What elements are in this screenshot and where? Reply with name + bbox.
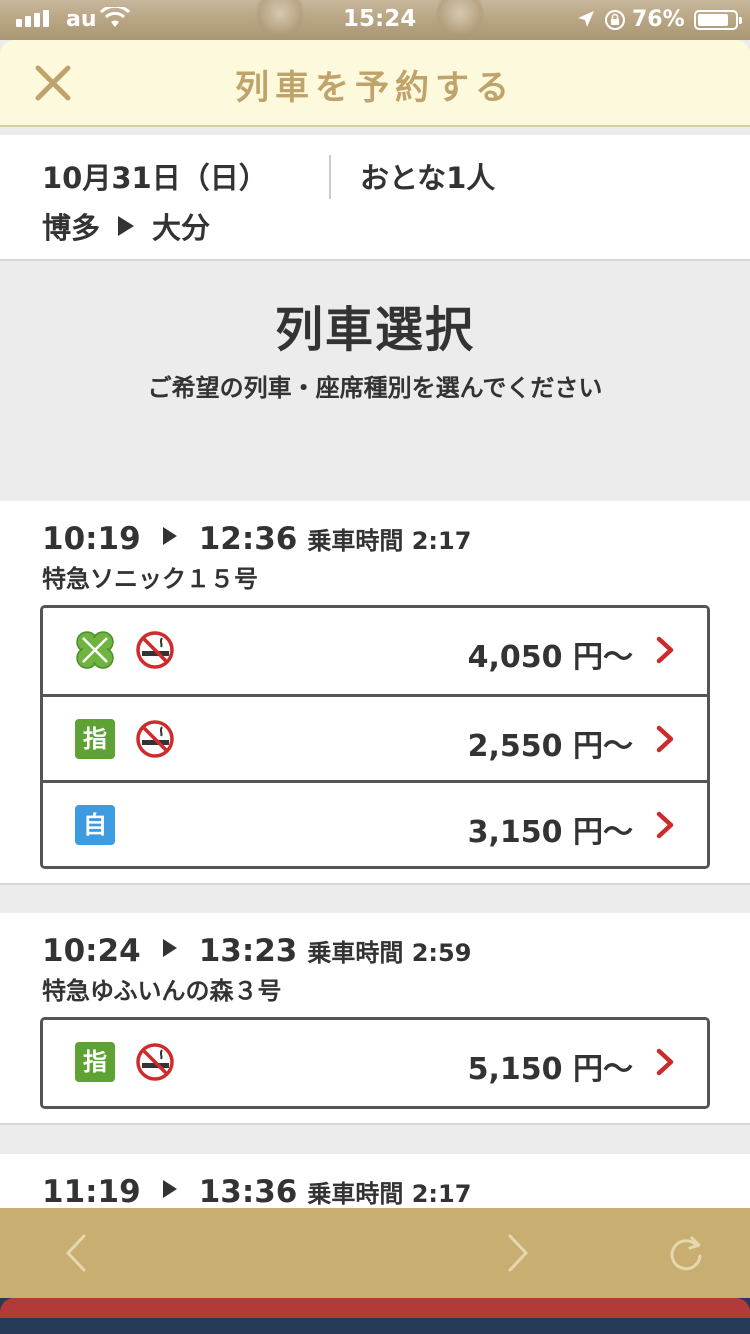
route: 博多 大分 (42, 205, 210, 247)
green-car-icon (76, 631, 114, 669)
ceiling-ornament (250, 0, 310, 34)
no-smoking-icon (136, 720, 174, 758)
reserved-seat-icon: 指 (75, 719, 115, 759)
reserved-seat-icon: 指 (75, 1042, 115, 1082)
home-indicator-area (0, 1298, 750, 1334)
play-arrow-icon (162, 1180, 177, 1198)
arrival-time: 12:36 (198, 521, 298, 557)
modal-header: 列車を予約する (0, 40, 750, 127)
chevron-right-icon (656, 636, 674, 664)
battery-percent: 76% (632, 7, 685, 32)
chevron-right-icon (656, 1048, 674, 1076)
play-arrow-icon (162, 527, 177, 545)
section-title: 列車選択 (274, 302, 475, 358)
chevron-right-icon (656, 725, 674, 753)
signal-icon (16, 10, 49, 27)
train-times: 10:19 12:36 乗車時間 2:17 (42, 521, 471, 557)
divider (329, 155, 331, 199)
arrival-time: 13:23 (198, 933, 298, 969)
destination-station: 大分 (152, 211, 211, 245)
status-time: 15:24 (343, 6, 417, 32)
play-arrow-icon (162, 939, 177, 957)
location-arrow-icon (578, 11, 594, 27)
trip-summary: 10月31日（日） おとな1人 博多 大分 (0, 135, 750, 261)
rotation-lock-icon (605, 10, 625, 30)
train-card: 11:19 13:36 乗車時間 2:17 (0, 1154, 750, 1214)
status-bar: au 15:24 76% (0, 0, 750, 40)
battery-icon (694, 10, 742, 30)
back-arrow-icon[interactable] (56, 1232, 96, 1274)
browser-toolbar (0, 1208, 750, 1298)
section-subtitle: ご希望の列車・座席種別を選んでください (147, 374, 603, 402)
seat-option-reserved[interactable]: 指 5,150 円〜 (43, 1020, 707, 1106)
seat-price: 5,150 円〜 (467, 1052, 633, 1087)
seat-option-green-car[interactable]: 4,050 円〜 (43, 608, 707, 694)
seat-price: 2,550 円〜 (467, 729, 633, 764)
ride-duration: 乗車時間 2:17 (307, 527, 472, 555)
seat-price: 3,150 円〜 (467, 815, 633, 850)
train-card: 10:19 12:36 乗車時間 2:17 特急ソニック１５号 4,050 円〜 (0, 501, 750, 885)
unreserved-seat-icon: 自 (75, 805, 115, 845)
departure-time: 11:19 (42, 1174, 141, 1210)
travel-date: 10月31日（日） (42, 161, 268, 195)
train-card: 10:24 13:23 乗車時間 2:59 特急ゆふいんの森３号 指 5,150… (0, 913, 750, 1125)
seat-options: 4,050 円〜 指 2,550 円〜 自 3,150 円〜 (40, 605, 710, 869)
seat-price: 4,050 円〜 (467, 640, 633, 675)
departure-time: 10:19 (42, 521, 141, 557)
carrier-label: au (66, 7, 97, 32)
no-smoking-icon (136, 1043, 174, 1081)
seat-options: 指 5,150 円〜 (40, 1017, 710, 1109)
departure-time: 10:24 (42, 933, 141, 969)
train-name: 特急ソニック１５号 (42, 565, 258, 593)
no-smoking-icon (136, 631, 174, 669)
chevron-right-icon (656, 811, 674, 839)
passenger-count: おとな1人 (360, 161, 496, 195)
reload-icon[interactable] (666, 1232, 706, 1274)
page-title: 列車を予約する (235, 68, 515, 108)
forward-arrow-icon[interactable] (498, 1232, 538, 1274)
train-name: 特急ゆふいんの森３号 (42, 977, 282, 1005)
seat-option-reserved[interactable]: 指 2,550 円〜 (43, 694, 707, 780)
seat-option-unreserved[interactable]: 自 3,150 円〜 (43, 780, 707, 866)
ceiling-ornament (430, 0, 490, 34)
wifi-icon (100, 7, 130, 27)
origin-station: 博多 (42, 211, 101, 245)
play-arrow-icon (118, 216, 135, 236)
arrival-time: 13:36 (198, 1174, 298, 1210)
ride-duration: 乗車時間 2:17 (307, 1180, 472, 1208)
ride-duration: 乗車時間 2:59 (307, 939, 472, 967)
train-times: 10:24 13:23 乗車時間 2:59 (42, 933, 471, 969)
train-times: 11:19 13:36 乗車時間 2:17 (42, 1174, 471, 1210)
